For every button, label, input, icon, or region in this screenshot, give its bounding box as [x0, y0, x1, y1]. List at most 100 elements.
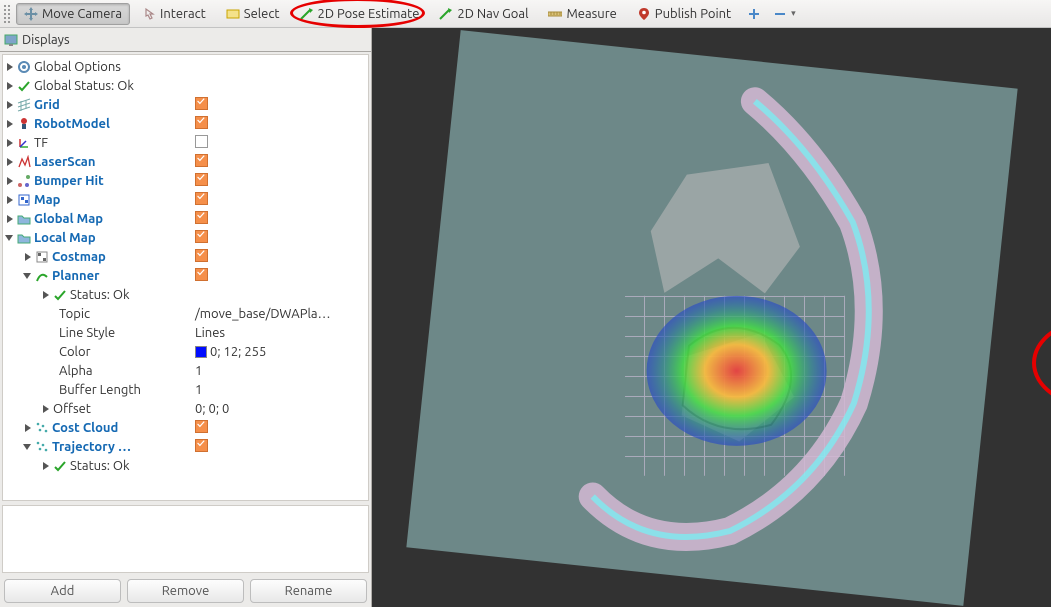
tf-icon [17, 136, 31, 150]
tree-item-map[interactable]: Map [3, 190, 368, 209]
tree-prop-buflen[interactable]: Buffer Length 1 [3, 380, 368, 399]
tree-item-grid[interactable]: Grid [3, 95, 368, 114]
globalmap-checkbox[interactable] [195, 211, 208, 224]
tree-prop-alpha[interactable]: Alpha 1 [3, 361, 368, 380]
prop-label: Line Style [59, 326, 115, 340]
select-label: Select [244, 7, 280, 21]
tree-item-trajectory-status[interactable]: Status: Ok [3, 456, 368, 475]
tree-label: Planner [52, 269, 99, 283]
pose-estimate-button[interactable]: 2D Pose Estimate [292, 3, 428, 25]
prop-label: Offset [53, 402, 91, 416]
3d-viewport[interactable] [372, 28, 1051, 607]
tree-item-global-options[interactable]: Global Options [3, 57, 368, 76]
planner-checkbox[interactable] [195, 268, 208, 281]
costmap-checkbox[interactable] [195, 249, 208, 262]
bumper-checkbox[interactable] [195, 173, 208, 186]
tree-item-laserscan[interactable]: LaserScan [3, 152, 368, 171]
tree-item-bumper[interactable]: Bumper Hit [3, 171, 368, 190]
check-icon [53, 288, 67, 302]
tree-item-planner-status[interactable]: Status: Ok [3, 285, 368, 304]
nav-goal-icon [439, 7, 453, 21]
map-checkbox[interactable] [195, 192, 208, 205]
prop-label: Buffer Length [59, 383, 141, 397]
panel-button-row: Add Remove Rename [0, 575, 371, 607]
tree-label: Trajectory … [52, 440, 131, 454]
prop-value: 0; 12; 255 [210, 345, 266, 359]
path-icon [35, 269, 49, 283]
costmap-icon [35, 250, 49, 264]
tree-item-global-status[interactable]: Global Status: Ok [3, 76, 368, 95]
tree-item-planner[interactable]: Planner [3, 266, 368, 285]
folder-icon [17, 231, 31, 245]
tree-item-robotmodel[interactable]: RobotModel [3, 114, 368, 133]
tree-label: Cost Cloud [52, 421, 118, 435]
displays-icon [4, 33, 18, 47]
grid-checkbox[interactable] [195, 97, 208, 110]
tree-label: Status: Ok [70, 459, 130, 473]
tree-label: TF [34, 136, 48, 150]
prop-value[interactable]: /move_base/DWAPla… [195, 307, 331, 321]
displays-tree[interactable]: Global Options Global Status: Ok Grid Ro… [2, 54, 369, 501]
nav-goal-button[interactable]: 2D Nav Goal [431, 3, 536, 25]
tree-prop-topic[interactable]: Topic /move_base/DWAPla… [3, 304, 368, 323]
select-icon [226, 7, 240, 21]
localmap-checkbox[interactable] [195, 230, 208, 243]
tree-item-globalmap[interactable]: Global Map [3, 209, 368, 228]
prop-label: Topic [59, 307, 90, 321]
prop-value[interactable]: 1 [195, 364, 202, 378]
add-button[interactable]: Add [4, 579, 121, 603]
prop-label: Color [59, 345, 91, 359]
prop-value[interactable]: 0; 0; 0 [195, 402, 229, 416]
robot-icon [17, 117, 31, 131]
trajectory-checkbox[interactable] [195, 439, 208, 452]
rename-button[interactable]: Rename [250, 579, 367, 603]
pose-estimate-icon [300, 7, 314, 21]
select-button[interactable]: Select [218, 3, 288, 25]
tree-prop-linestyle[interactable]: Line Style Lines [3, 323, 368, 342]
remove-button[interactable]: Remove [127, 579, 244, 603]
prop-label: Alpha [59, 364, 93, 378]
check-icon [17, 79, 31, 93]
tree-item-costcloud[interactable]: Cost Cloud [3, 418, 368, 437]
tree-label: Global Map [34, 212, 103, 226]
pointcloud-icon [35, 440, 49, 454]
prop-value[interactable]: Lines [195, 326, 225, 340]
tree-item-trajectory[interactable]: Trajectory … [3, 437, 368, 456]
pointcloud-icon [35, 421, 49, 435]
robotmodel-checkbox[interactable] [195, 116, 208, 129]
map-render [406, 30, 1017, 606]
interact-button[interactable]: Interact [134, 3, 214, 25]
costcloud-checkbox[interactable] [195, 420, 208, 433]
tree-label: Local Map [34, 231, 96, 245]
gear-icon [17, 60, 31, 74]
tree-label: Global Status: Ok [34, 79, 134, 93]
tree-prop-color[interactable]: Color 0; 12; 255 [3, 342, 368, 361]
description-box [2, 505, 369, 573]
tree-item-costmap[interactable]: Costmap [3, 247, 368, 266]
laserscan-checkbox[interactable] [195, 154, 208, 167]
prop-value[interactable]: 1 [195, 383, 202, 397]
toolbar-grip[interactable] [4, 5, 10, 23]
tree-item-tf[interactable]: TF [3, 133, 368, 152]
remove-tool-button[interactable]: ▾ [769, 3, 800, 25]
displays-header[interactable]: Displays [0, 28, 371, 52]
publish-point-button[interactable]: Publish Point [629, 3, 739, 25]
laserscan-icon [17, 155, 31, 169]
annotation-circle-viewport [1032, 318, 1051, 408]
add-tool-button[interactable] [743, 3, 765, 25]
tree-item-localmap[interactable]: Local Map [3, 228, 368, 247]
check-icon [53, 459, 67, 473]
tree-prop-offset[interactable]: Offset 0; 0; 0 [3, 399, 368, 418]
tf-checkbox[interactable] [195, 135, 208, 148]
measure-label: Measure [566, 7, 616, 21]
measure-button[interactable]: Measure [540, 3, 624, 25]
map-icon [17, 193, 31, 207]
bumper-icon [17, 174, 31, 188]
tree-label: Global Options [34, 60, 121, 74]
tree-label: Map [34, 193, 60, 207]
move-camera-label: Move Camera [42, 7, 122, 21]
move-camera-button[interactable]: Move Camera [16, 3, 130, 25]
toolbar: Move Camera Interact Select 2D Pose Esti… [0, 0, 1051, 28]
displays-panel: Displays Global Options Global Status: O… [0, 28, 372, 607]
pose-estimate-label: 2D Pose Estimate [318, 7, 420, 21]
